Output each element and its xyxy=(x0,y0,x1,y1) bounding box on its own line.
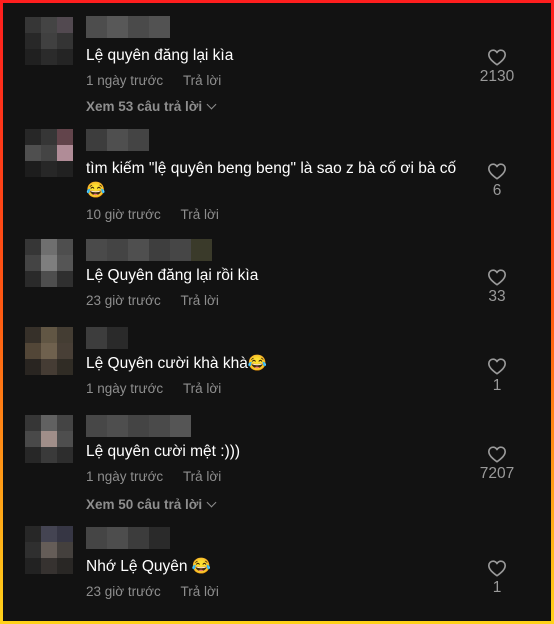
avatar[interactable] xyxy=(25,17,73,65)
reply-button[interactable]: Trả lời xyxy=(183,73,221,88)
comment-time: 23 giờ trước xyxy=(86,293,161,308)
reply-button[interactable]: Trả lời xyxy=(181,293,219,308)
reply-button[interactable]: Trả lời xyxy=(181,207,219,222)
view-replies-button[interactable]: Xem 50 câu trả lời xyxy=(86,497,217,512)
like-count: 6 xyxy=(492,182,502,199)
username-blurred[interactable] xyxy=(86,415,191,437)
like-button[interactable]: 33 xyxy=(475,268,519,306)
comment-time: 1 ngày trước xyxy=(86,381,164,396)
comment-text: tìm kiếm "lệ quyên beng beng" là sao z b… xyxy=(86,160,457,199)
username-blurred[interactable] xyxy=(86,16,170,38)
chevron-down-icon xyxy=(206,497,217,508)
like-button[interactable]: 6 xyxy=(475,162,519,200)
like-count: 2130 xyxy=(479,68,515,85)
heart-outline-icon xyxy=(488,560,506,577)
avatar[interactable] xyxy=(25,327,73,375)
comment-meta: 23 giờ trước Trả lời xyxy=(86,584,219,599)
comment-text: Lệ Quyên cười khà khà😂 xyxy=(86,355,268,372)
like-button[interactable]: 2130 xyxy=(475,48,519,86)
comment-text: Lệ quyên đăng lại kìa xyxy=(86,47,234,64)
heart-outline-icon xyxy=(488,358,506,375)
comment-time: 10 giờ trước xyxy=(86,207,161,222)
view-replies-button[interactable]: Xem 53 câu trả lời xyxy=(86,99,217,114)
heart-outline-icon xyxy=(488,269,506,286)
reply-button[interactable]: Trả lời xyxy=(183,469,221,484)
like-count: 1 xyxy=(492,579,502,596)
screenshot-frame: Lệ quyên đăng lại kìa 1 ngày trước Trả l… xyxy=(0,0,554,624)
like-count: 1 xyxy=(492,377,502,394)
comment-meta: 1 ngày trước Trả lời xyxy=(86,469,221,484)
view-replies-label: Xem 53 câu trả lời xyxy=(86,99,203,114)
reply-button[interactable]: Trả lời xyxy=(181,584,219,599)
username-blurred[interactable] xyxy=(86,327,128,349)
comment-meta: 23 giờ trước Trả lời xyxy=(86,293,219,308)
comment-time: 1 ngày trước xyxy=(86,469,164,484)
view-replies-label: Xem 50 câu trả lời xyxy=(86,497,203,512)
avatar[interactable] xyxy=(25,526,73,574)
heart-outline-icon xyxy=(488,163,506,180)
comment-time: 23 giờ trước xyxy=(86,584,161,599)
heart-outline-icon xyxy=(488,446,506,463)
comment-time: 1 ngày trước xyxy=(86,73,164,88)
like-button[interactable]: 7207 xyxy=(475,445,519,483)
avatar[interactable] xyxy=(25,129,73,177)
username-blurred[interactable] xyxy=(86,239,212,261)
like-button[interactable]: 1 xyxy=(475,559,519,597)
comment-meta: 10 giờ trước Trả lời xyxy=(86,207,219,222)
comment-list: Lệ quyên đăng lại kìa 1 ngày trước Trả l… xyxy=(3,3,551,621)
comment-text: Lệ quyên cười mệt :))) xyxy=(86,443,241,460)
comment-meta: 1 ngày trước Trả lời xyxy=(86,73,221,88)
comment-meta: 1 ngày trước Trả lời xyxy=(86,381,221,396)
avatar[interactable] xyxy=(25,415,73,463)
avatar[interactable] xyxy=(25,239,73,287)
comment-text: Nhớ Lệ Quyên 😂 xyxy=(86,558,212,575)
like-count: 33 xyxy=(488,288,506,305)
like-button[interactable]: 1 xyxy=(475,357,519,395)
like-count: 7207 xyxy=(479,465,515,482)
username-blurred[interactable] xyxy=(86,527,170,549)
heart-outline-icon xyxy=(488,49,506,66)
username-blurred[interactable] xyxy=(86,129,149,151)
chevron-down-icon xyxy=(206,99,217,110)
reply-button[interactable]: Trả lời xyxy=(183,381,221,396)
comment-text: Lệ Quyên đăng lại rồi kìa xyxy=(86,267,259,284)
